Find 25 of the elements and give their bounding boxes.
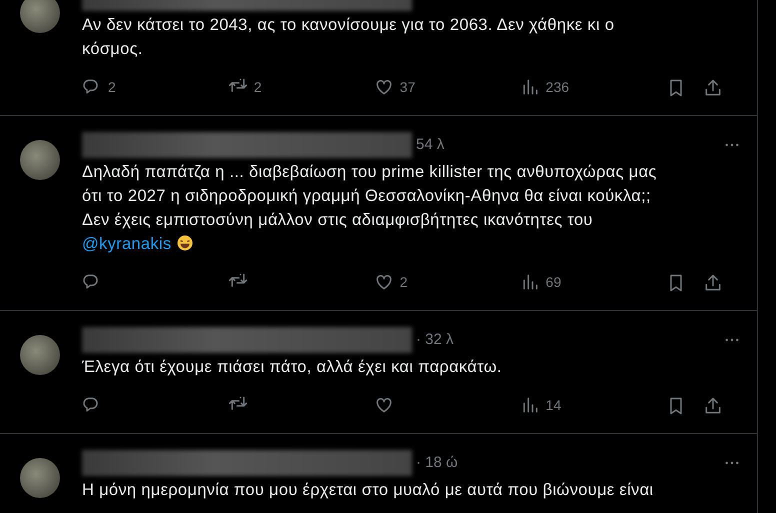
heart-icon[interactable] — [374, 77, 394, 97]
views-count: 14 — [546, 396, 562, 414]
share-icon[interactable] — [703, 396, 724, 416]
tweet-time[interactable]: · 32 λ — [416, 328, 454, 352]
mention-link[interactable]: @kyranakis — [82, 235, 172, 253]
views-count: 236 — [546, 78, 570, 96]
tweet-text: Δηλαδή παπάτζα η ... διαβεβαίωση του prime killister της ανθυποχώρας μας ότι το 2027 η σιδηροδρομική γραμμή Θεσσαλονίκη-Αθηνα θα είναι κούκλα;; Δεν έχεις εμπιστοσύνη μάλλον στις αδιαμφισβήτητες ικανότητες του @kyranakis — [82, 162, 658, 255]
share-icon[interactable] — [703, 272, 724, 293]
avatar-image[interactable] — [20, 458, 60, 498]
avatar-image[interactable] — [20, 140, 60, 180]
tweet-time[interactable]: · 18 ώ — [416, 452, 458, 474]
like-count: 2 — [400, 272, 408, 292]
avatar-image[interactable] — [20, 0, 60, 33]
views-count: 69 — [546, 272, 562, 292]
reply-count: 2 — [108, 78, 116, 96]
avatar-image[interactable] — [20, 335, 60, 375]
tweet-text: Έλεγα ότι έχουμε πιάσει πάτο, αλλά έχει και παρακάτω. — [82, 357, 503, 378]
heart-icon[interactable] — [374, 272, 394, 292]
tweet-text: Αν δεν κάτσει το 2043, ας το κανονίσουμε για το 2063. Δεν χάθηκε κι ο κόσμος. — [82, 15, 616, 60]
retweet-count: 2 — [254, 78, 262, 96]
tweet-time[interactable]: 54 λ — [416, 134, 444, 156]
share-icon[interactable] — [703, 78, 724, 98]
like-count: 37 — [400, 78, 416, 96]
tweet-text: Η μόνη ημερομηνία που μου έρχεται στο μυαλό με αυτά που βιώνουμε είναι — [82, 480, 654, 501]
heart-icon[interactable] — [374, 395, 394, 415]
